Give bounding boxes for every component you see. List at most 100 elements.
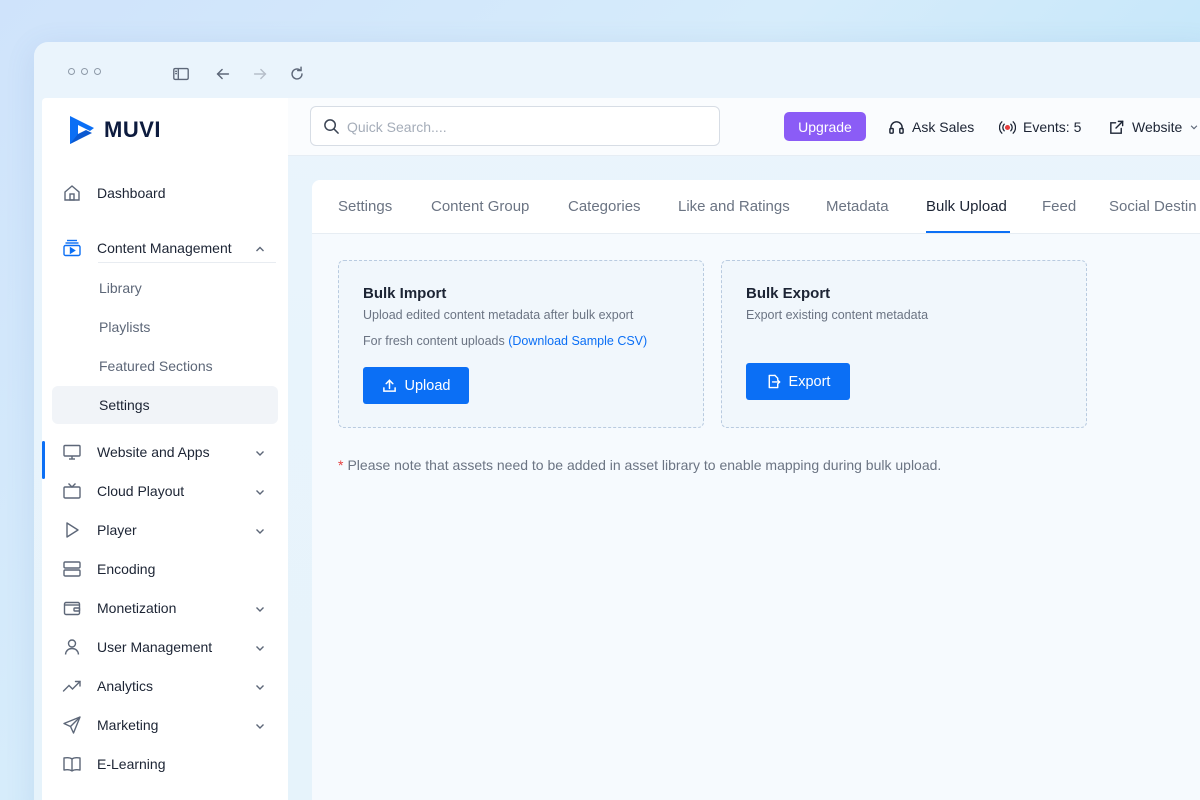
top-bar: Upgrade Ask Sales Events: 5 Website <box>288 98 1200 156</box>
tab-metadata[interactable]: Metadata <box>826 198 889 215</box>
window-dot[interactable] <box>94 68 101 75</box>
search-box[interactable] <box>310 106 720 146</box>
forward-arrow-icon[interactable] <box>249 64 271 84</box>
tab-feed[interactable]: Feed <box>1042 198 1076 215</box>
bulk-import-card: Bulk Import Upload edited content metada… <box>338 260 704 428</box>
upgrade-button[interactable]: Upgrade <box>784 112 866 141</box>
search-icon <box>324 119 339 134</box>
sidebar-subitem-featured-sections[interactable]: Featured Sections <box>52 347 278 385</box>
sidebar-item-label: Player <box>97 522 137 538</box>
search-input[interactable] <box>347 116 707 138</box>
download-sample-csv-link[interactable]: (Download Sample CSV) <box>508 334 647 348</box>
sidebar-item-label: E-Learning <box>97 756 166 772</box>
export-button[interactable]: Export <box>746 363 850 400</box>
back-arrow-icon[interactable] <box>212 64 234 84</box>
ask-sales-link[interactable]: Ask Sales <box>888 112 974 142</box>
play-icon <box>62 520 82 540</box>
book-icon <box>62 754 82 774</box>
sidebar-item-analytics[interactable]: Analytics <box>52 667 278 705</box>
sidebar-item-label: Content Management <box>97 240 232 256</box>
reload-icon[interactable] <box>286 64 308 84</box>
website-link[interactable]: Website <box>1108 112 1199 142</box>
chevron-down-icon <box>254 446 266 458</box>
app-window: MUVI Dashboard Content Management Librar… <box>34 42 1200 800</box>
broadcast-icon <box>999 120 1016 134</box>
home-icon <box>62 183 82 203</box>
brand-name: MUVI <box>104 117 161 142</box>
wallet-icon <box>62 598 82 618</box>
sidebar-subitem-settings[interactable]: Settings <box>52 386 278 424</box>
events-link[interactable]: Events: 5 <box>999 112 1081 142</box>
fresh-upload-label: For fresh content uploads <box>363 334 505 348</box>
active-indicator <box>42 441 45 479</box>
active-tab-underline <box>926 231 1010 233</box>
chevron-up-icon <box>254 242 266 254</box>
brand-logo[interactable]: MUVI <box>66 114 161 146</box>
chevron-down-icon <box>254 680 266 692</box>
tab-bar: Settings Content Group Categories Like a… <box>312 180 1200 234</box>
upload-icon <box>382 379 396 392</box>
sidebar-item-encoding[interactable]: Encoding <box>52 550 278 588</box>
sidebar-subitem-library[interactable]: Library <box>52 269 278 307</box>
sidebar-subitem-label: Playlists <box>99 319 151 335</box>
chevron-down-icon <box>254 602 266 614</box>
sidebar-item-user-management[interactable]: User Management <box>52 628 278 666</box>
upload-button-label: Upload <box>404 377 451 394</box>
sidebar-item-player[interactable]: Player <box>52 511 278 549</box>
sidebar-subitem-playlists[interactable]: Playlists <box>52 308 278 346</box>
send-icon <box>62 715 82 735</box>
sidebar: MUVI Dashboard Content Management Librar… <box>42 98 288 800</box>
chevron-down-icon <box>254 641 266 653</box>
sidebar-item-label: Analytics <box>97 678 154 694</box>
events-label: Events: 5 <box>1023 119 1082 135</box>
main-panel: Settings Content Group Categories Like a… <box>312 180 1200 800</box>
external-link-icon <box>1110 120 1124 134</box>
tab-bulk-upload[interactable]: Bulk Upload <box>926 198 1007 215</box>
required-marker: * <box>338 457 344 473</box>
sidebar-item-label: Marketing <box>97 717 159 733</box>
video-library-icon <box>62 238 82 258</box>
tab-content-group[interactable]: Content Group <box>431 198 529 215</box>
sidebar-item-marketing[interactable]: Marketing <box>52 706 278 744</box>
bulk-export-description: Export existing content metadata <box>746 308 929 322</box>
sidebar-item-content-management[interactable]: Content Management <box>52 229 278 267</box>
note-text: Please note that assets need to be added… <box>347 457 942 473</box>
browser-chrome <box>34 42 1200 98</box>
sidebar-item-label: Cloud Playout <box>97 483 185 499</box>
sidebar-item-label: Monetization <box>97 600 177 616</box>
sidebar-item-e-learning[interactable]: E-Learning <box>52 745 278 783</box>
window-controls[interactable] <box>68 68 101 75</box>
sidebar-item-website-and-apps[interactable]: Website and Apps <box>52 433 278 471</box>
tab-social-destinations[interactable]: Social Destin <box>1109 198 1197 215</box>
sidebar-item-dashboard[interactable]: Dashboard <box>52 174 278 212</box>
ask-sales-label: Ask Sales <box>912 119 975 135</box>
user-icon <box>62 637 82 657</box>
chevron-down-icon <box>254 524 266 536</box>
bulk-export-title: Bulk Export <box>746 285 831 302</box>
upload-button[interactable]: Upload <box>363 367 469 404</box>
chevron-down-icon <box>1190 125 1198 130</box>
window-dot[interactable] <box>68 68 75 75</box>
bulk-import-description: Upload edited content metadata after bul… <box>363 308 634 322</box>
export-button-label: Export <box>788 373 831 390</box>
sidebar-toggle-icon[interactable] <box>170 64 192 84</box>
sidebar-item-label: Dashboard <box>97 185 166 201</box>
sidebar-item-monetization[interactable]: Monetization <box>52 589 278 627</box>
chevron-down-icon <box>254 485 266 497</box>
sidebar-subitem-label: Settings <box>99 397 150 413</box>
tv-icon <box>62 481 82 501</box>
website-label: Website <box>1132 119 1183 135</box>
monitor-icon <box>62 442 82 462</box>
window-dot[interactable] <box>81 68 88 75</box>
tab-categories[interactable]: Categories <box>568 198 641 215</box>
sidebar-subitem-label: Featured Sections <box>99 358 213 374</box>
tab-like-and-ratings[interactable]: Like and Ratings <box>678 198 790 215</box>
sidebar-item-label: Encoding <box>97 561 156 577</box>
tab-settings[interactable]: Settings <box>338 198 392 215</box>
file-export-icon <box>768 374 780 389</box>
sidebar-item-cloud-playout[interactable]: Cloud Playout <box>52 472 278 510</box>
bulk-export-card: Bulk Export Export existing content meta… <box>721 260 1087 428</box>
trend-up-icon <box>62 676 82 696</box>
bulk-upload-note: * Please note that assets need to be adde… <box>338 457 941 473</box>
server-icon <box>62 559 82 579</box>
